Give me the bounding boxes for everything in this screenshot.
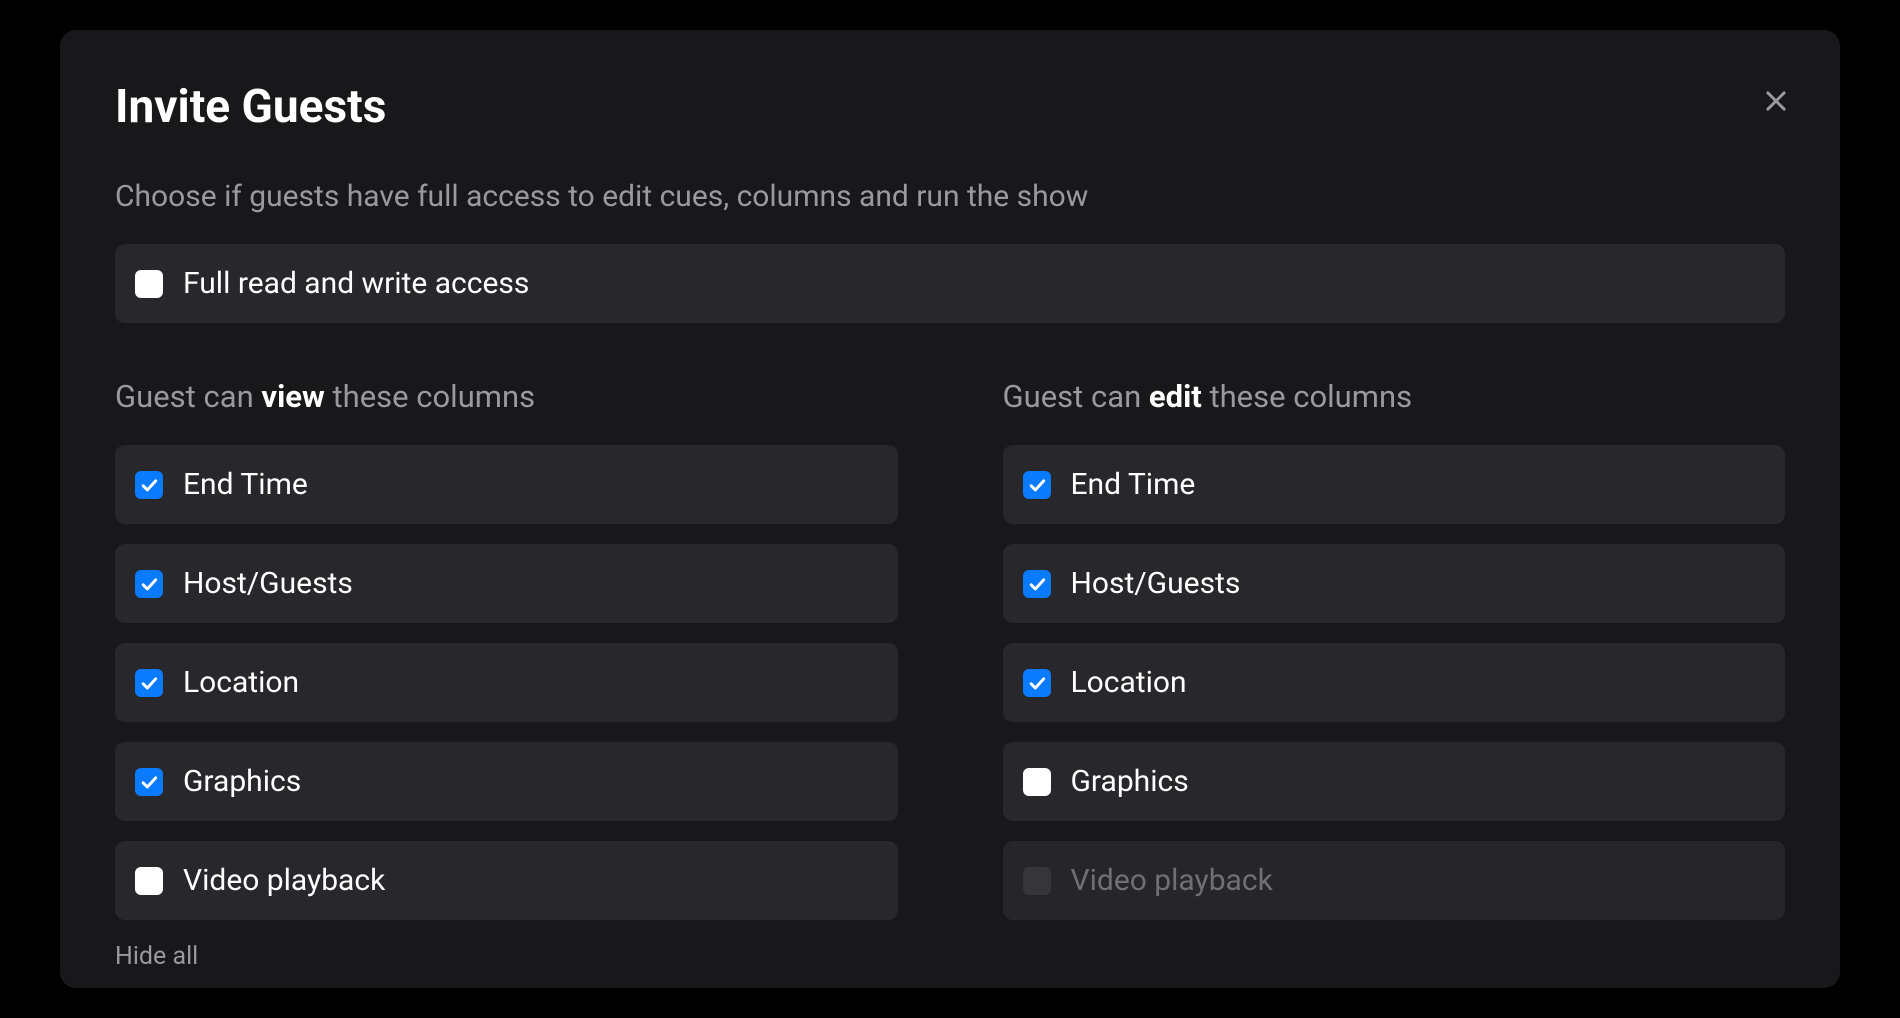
- view-checkbox[interactable]: [135, 669, 163, 697]
- columns-container: Guest can view these columns End Time Hos…: [115, 378, 1785, 971]
- view-checkbox[interactable]: [135, 768, 163, 796]
- edit-checkbox: [1023, 867, 1051, 895]
- view-option-label: Location: [183, 665, 299, 700]
- view-column-header: Guest can view these columns: [115, 378, 898, 415]
- edit-option-label: Graphics: [1071, 764, 1189, 799]
- edit-checkbox[interactable]: [1023, 471, 1051, 499]
- view-options-list: End Time Host/Guests Location Graphics Video…: [115, 445, 898, 920]
- full-access-checkbox[interactable]: [135, 270, 163, 298]
- view-option-row[interactable]: Graphics: [115, 742, 898, 821]
- edit-column: Guest can edit these columns End Time Hos…: [1003, 378, 1786, 971]
- edit-checkbox[interactable]: [1023, 570, 1051, 598]
- edit-option-row[interactable]: Graphics: [1003, 742, 1786, 821]
- full-access-row[interactable]: Full read and write access: [115, 244, 1785, 323]
- close-button[interactable]: [1762, 85, 1790, 121]
- view-option-row[interactable]: Video playback: [115, 841, 898, 920]
- edit-option-row: Video playback: [1003, 841, 1786, 920]
- edit-option-label: End Time: [1071, 467, 1196, 502]
- view-checkbox[interactable]: [135, 570, 163, 598]
- full-access-label: Full read and write access: [183, 266, 529, 301]
- edit-option-row[interactable]: Host/Guests: [1003, 544, 1786, 623]
- view-option-row[interactable]: Location: [115, 643, 898, 722]
- invite-guests-modal: Invite Guests Choose if guests have full…: [60, 30, 1840, 988]
- view-option-label: Graphics: [183, 764, 301, 799]
- view-checkbox[interactable]: [135, 867, 163, 895]
- view-option-row[interactable]: End Time: [115, 445, 898, 524]
- edit-option-label: Video playback: [1071, 863, 1273, 898]
- edit-option-row[interactable]: Location: [1003, 643, 1786, 722]
- edit-column-header: Guest can edit these columns: [1003, 378, 1786, 415]
- modal-description: Choose if guests have full access to edi…: [115, 179, 1785, 214]
- view-column: Guest can view these columns End Time Hos…: [115, 378, 898, 971]
- edit-checkbox[interactable]: [1023, 669, 1051, 697]
- edit-options-list: End Time Host/Guests Location Graphics Video…: [1003, 445, 1786, 920]
- edit-option-label: Location: [1071, 665, 1187, 700]
- view-checkbox[interactable]: [135, 471, 163, 499]
- edit-option-label: Host/Guests: [1071, 566, 1241, 601]
- view-option-label: End Time: [183, 467, 308, 502]
- modal-title: Invite Guests: [115, 80, 1785, 134]
- hide-all-link[interactable]: Hide all: [115, 942, 198, 971]
- view-option-label: Video playback: [183, 863, 385, 898]
- view-option-label: Host/Guests: [183, 566, 353, 601]
- edit-checkbox[interactable]: [1023, 768, 1051, 796]
- edit-option-row[interactable]: End Time: [1003, 445, 1786, 524]
- view-option-row[interactable]: Host/Guests: [115, 544, 898, 623]
- close-icon: [1762, 82, 1790, 123]
